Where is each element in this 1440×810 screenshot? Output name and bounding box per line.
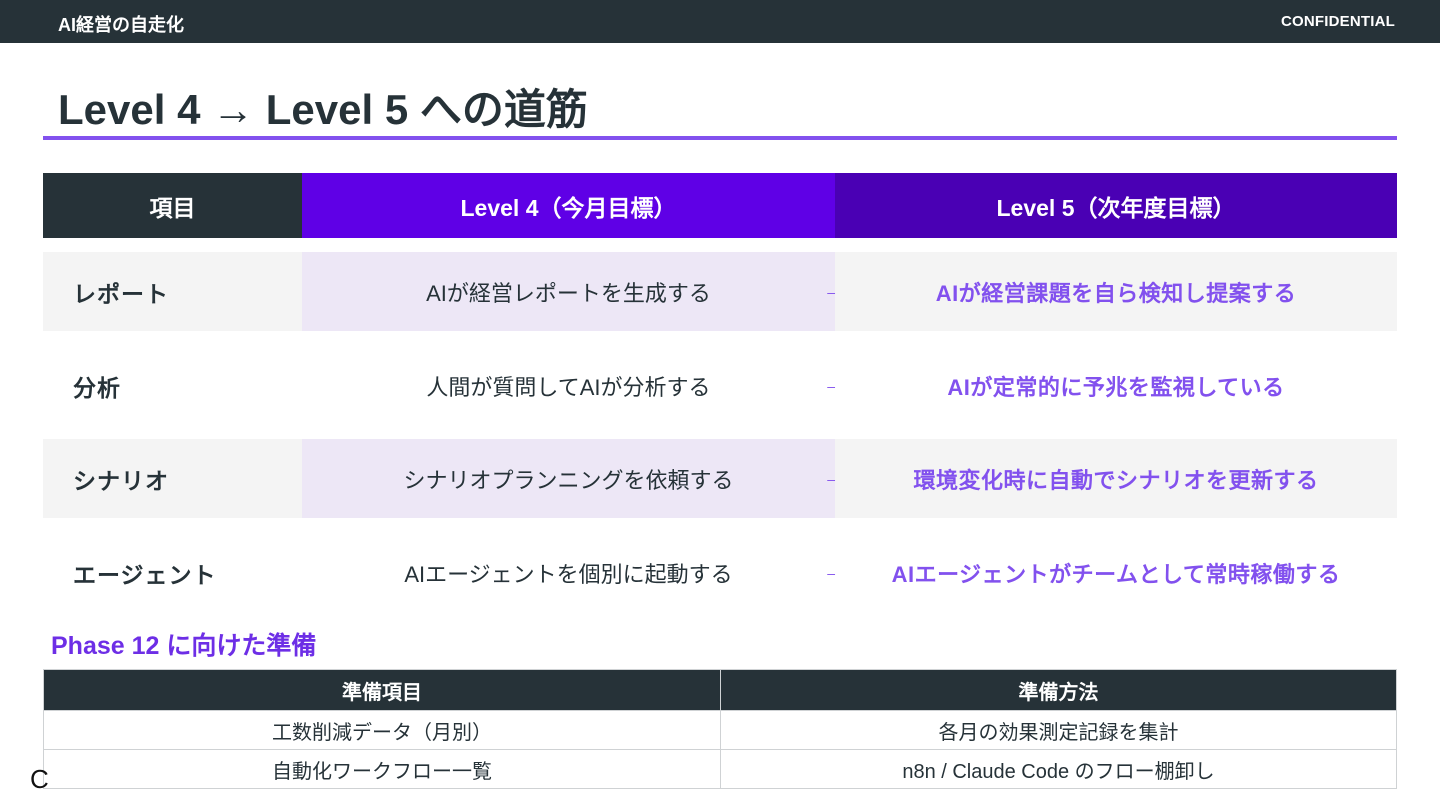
top-bar: AI経営の自走化 CONFIDENTIAL <box>0 0 1440 43</box>
prep-cell-item: 自動化ワークフロー一覧 <box>43 749 721 789</box>
row-level5: AIが経営課題を自ら検知し提案する <box>835 252 1397 331</box>
prep-heading: Phase 12 に向けた準備 <box>51 632 317 660</box>
row-level5: 環境変化時に自動でシナリオを更新する <box>835 439 1397 518</box>
comparison-row-scenario: シナリオ シナリオプランニングを依頼する – 環境変化時に自動でシナリオを更新する <box>43 439 1397 518</box>
row-level4: AIが経営レポートを生成する – <box>302 252 835 331</box>
row-level5: AIエージェントがチームとして常時稼働する <box>891 561 1341 587</box>
level4-text: AIが経営レポートを生成する <box>426 280 711 306</box>
row-level5: AIが定常的に予兆を監視している <box>947 374 1285 400</box>
comparison-row-agent: エージェント AIエージェントを個別に起動する – AIエージェントがチームとして… <box>43 533 1397 612</box>
row-item: シナリオ <box>43 439 302 518</box>
row-level4: 人間が質問してAIが分析する – <box>302 346 835 425</box>
table-row: 工数削減データ（月別） 各月の効果測定記録を集計 <box>43 710 1397 750</box>
row-item: エージェント <box>73 561 217 588</box>
level4-text: 人間が質問してAIが分析する <box>426 374 711 400</box>
arrow-icon: – <box>827 283 835 300</box>
row-level4: AIエージェントを個別に起動する – <box>302 533 835 612</box>
prep-header-method: 準備方法 <box>720 669 1397 711</box>
comparison-row-analysis: 分析 人間が質問してAIが分析する – AIが定常的に予兆を監視している <box>43 346 1397 425</box>
page-title: Level 4 → Level 5 への道筋 <box>58 86 588 133</box>
prep-cell-item: 工数削減データ（月別） <box>43 710 721 750</box>
arrow-icon: – <box>827 470 835 487</box>
prep-table: 準備項目 準備方法 工数削減データ（月別） 各月の効果測定記録を集計 自動化ワー… <box>43 669 1397 789</box>
arrow-icon: – <box>827 564 835 581</box>
confidential-label: CONFIDENTIAL <box>1280 13 1395 30</box>
arrow-icon: – <box>827 377 835 394</box>
row-level4: シナリオプランニングを依頼する – <box>302 439 835 518</box>
comparison-header: 項目 Level 4（今月目標） Level 5（次年度目標） <box>43 173 1397 238</box>
table-row: 自動化ワークフロー一覧 n8n / Claude Code のフロー棚卸し <box>43 749 1397 789</box>
prep-cell-method: 各月の効果測定記録を集計 <box>720 710 1397 750</box>
title-underline <box>43 136 1397 140</box>
comparison-table: 項目 Level 4（今月目標） Level 5（次年度目標） レポート AIが… <box>43 173 1397 588</box>
cut-off-text: C <box>30 764 49 794</box>
level4-text: シナリオプランニングを依頼する <box>403 467 734 493</box>
level4-text: AIエージェントを個別に起動する <box>404 561 733 587</box>
row-item: 分析 <box>73 374 121 401</box>
prep-header-row: 準備項目 準備方法 <box>43 669 1397 711</box>
prep-cell-method: n8n / Claude Code のフロー棚卸し <box>720 749 1397 789</box>
row-item: レポート <box>43 252 302 331</box>
header-level4: Level 4（今月目標） <box>302 173 835 238</box>
header-level5: Level 5（次年度目標） <box>835 173 1397 238</box>
brand-title: AI経営の自走化 <box>58 15 184 35</box>
prep-header-item: 準備項目 <box>43 669 721 711</box>
comparison-row-report: レポート AIが経営レポートを生成する – AIが経営課題を自ら検知し提案する <box>43 252 1397 331</box>
header-item: 項目 <box>43 173 302 238</box>
